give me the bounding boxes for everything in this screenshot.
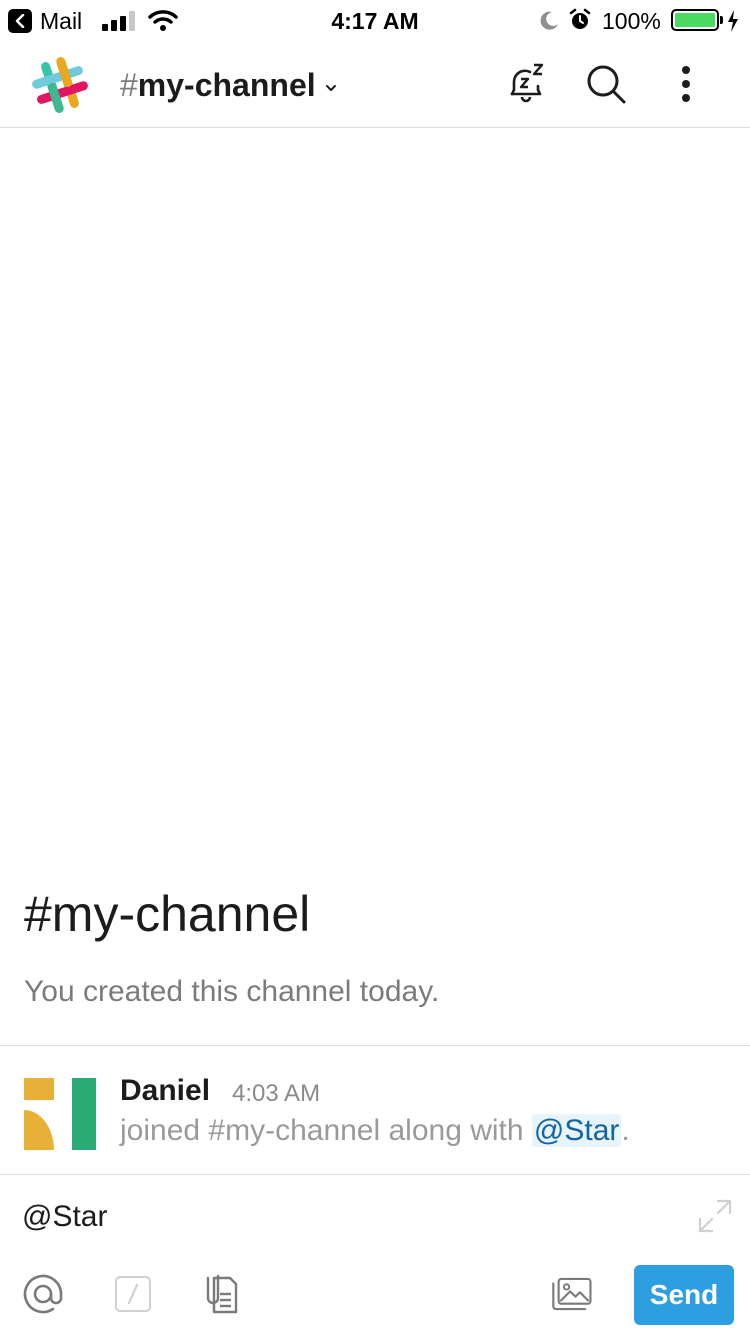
channel-title-button[interactable]: # my-channel [120, 67, 338, 104]
snooze-button[interactable] [502, 60, 550, 108]
status-bar: Mail 4:17 AM 100% [0, 0, 750, 40]
attach-image-button[interactable] [548, 1271, 594, 1317]
file-icon [206, 1274, 238, 1314]
battery-fill [675, 13, 715, 27]
search-button[interactable] [582, 60, 630, 108]
send-button[interactable]: Send [634, 1265, 734, 1325]
at-mention-icon [23, 1274, 63, 1314]
channel-hash: # [120, 67, 138, 103]
message-composer: Send [0, 1175, 750, 1334]
slash-command-button[interactable] [110, 1271, 156, 1317]
battery-percent: 100% [602, 8, 661, 34]
avatar[interactable] [24, 1078, 96, 1150]
charging-icon [728, 10, 738, 32]
expand-icon[interactable] [696, 1197, 734, 1235]
message-text: joined #my-channel along with @Star. [120, 1114, 630, 1148]
message-timestamp: 4:03 AM [232, 1080, 321, 1107]
attach-file-button[interactable] [198, 1271, 244, 1317]
snooze-bell-icon [510, 63, 544, 103]
message-input[interactable] [22, 1195, 662, 1239]
image-icon [552, 1277, 592, 1311]
channel-intro-subtitle: You created this channel today. [24, 975, 440, 1008]
chevron-down-icon [325, 84, 336, 91]
message-author[interactable]: Daniel [120, 1074, 210, 1108]
mention-button[interactable] [20, 1271, 66, 1317]
list-item[interactable]: Daniel 4:03 AM joined #my-channel along … [0, 1046, 750, 1174]
moon-icon [540, 11, 558, 30]
more-vertical-icon [682, 66, 690, 102]
battery-icon [671, 9, 719, 31]
alarm-icon [569, 8, 591, 29]
slash-command-icon [115, 1276, 151, 1312]
battery-cap [720, 16, 723, 24]
channel-name: my-channel [137, 67, 316, 103]
message-list[interactable]: #my-channel You created this channel tod… [0, 129, 750, 1045]
channel-header: # my-channel [0, 40, 750, 128]
more-button[interactable] [662, 60, 710, 108]
slack-logo[interactable] [30, 55, 90, 115]
message-text-before: joined #my-channel along with [120, 1114, 532, 1147]
channel-intro-title: #my-channel [24, 886, 311, 942]
search-icon [587, 65, 626, 104]
message-text-after: . [621, 1114, 630, 1147]
user-mention-link[interactable]: @Star [531, 1114, 622, 1147]
